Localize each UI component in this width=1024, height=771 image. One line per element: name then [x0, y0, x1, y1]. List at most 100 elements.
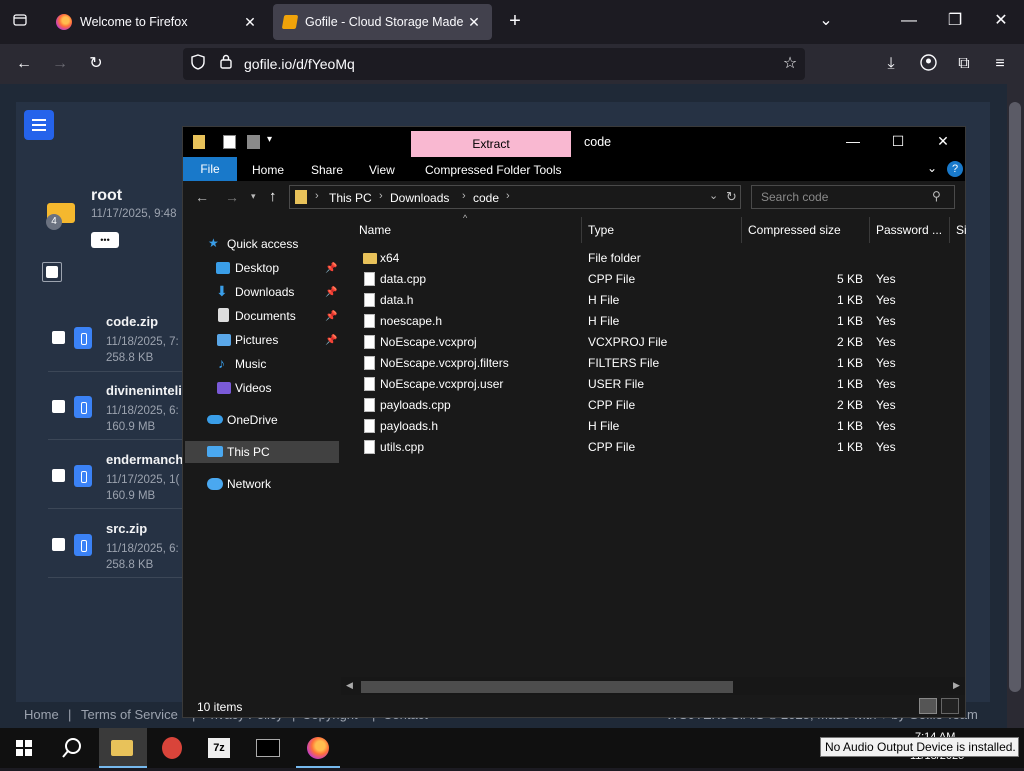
firefox-taskbar-icon[interactable]: [296, 728, 340, 768]
scroll-left-icon[interactable]: ◀: [346, 680, 353, 691]
ribbon-tab-home[interactable]: Home: [252, 163, 284, 177]
file-name[interactable]: endermanch: [106, 452, 183, 467]
file-name[interactable]: src.zip: [106, 521, 147, 536]
back-icon[interactable]: ←: [195, 189, 209, 205]
file-item-name[interactable]: NoEscape.vcxproj.user: [380, 377, 503, 391]
nav-documents[interactable]: Documents: [235, 309, 296, 323]
account-icon[interactable]: [918, 54, 938, 77]
help-icon[interactable]: ?: [947, 161, 963, 177]
nav-onedrive[interactable]: OneDrive: [227, 413, 278, 427]
bookmark-star-icon[interactable]: ☆: [780, 54, 800, 74]
menu-button[interactable]: [24, 110, 54, 140]
tracking-shield-icon[interactable]: [188, 54, 208, 76]
column-divider[interactable]: [581, 217, 582, 243]
close-window-icon[interactable]: ✕: [990, 11, 1012, 31]
column-divider[interactable]: [949, 217, 950, 243]
refresh-icon[interactable]: ↻: [726, 189, 737, 205]
close-icon[interactable]: ✕: [928, 133, 958, 150]
file-checkbox[interactable]: [52, 331, 65, 344]
tab-overview-icon[interactable]: [10, 12, 30, 34]
ribbon-tab-file[interactable]: File: [183, 157, 237, 181]
url-text[interactable]: gofile.io/d/fYeoMq: [244, 56, 355, 72]
nav-this-pc[interactable]: This PC: [227, 445, 270, 459]
downloads-icon[interactable]: ⤓: [881, 54, 901, 74]
ribbon-tab-view[interactable]: View: [369, 163, 395, 177]
properties-icon[interactable]: [223, 135, 236, 149]
column-divider[interactable]: [741, 217, 742, 243]
forward-icon[interactable]: →: [225, 189, 239, 205]
details-view-icon[interactable]: [919, 698, 937, 714]
minimize-icon[interactable]: —: [898, 11, 920, 31]
file-name[interactable]: divineninteli: [106, 383, 182, 398]
breadcrumb-thispc[interactable]: This PC: [329, 191, 372, 205]
column-header-password[interactable]: Password ...: [876, 223, 942, 237]
qat-dropdown-icon[interactable]: ▾: [267, 134, 272, 145]
list-tabs-icon[interactable]: ⌄: [815, 11, 837, 31]
file-checkbox[interactable]: [52, 400, 65, 413]
file-item-name[interactable]: payloads.cpp: [380, 398, 451, 412]
lock-icon[interactable]: [216, 54, 236, 75]
nav-network[interactable]: Network: [227, 477, 271, 491]
new-folder-icon[interactable]: [247, 135, 260, 149]
nav-desktop[interactable]: Desktop: [235, 261, 279, 275]
start-button[interactable]: [2, 728, 46, 768]
breadcrumb-downloads[interactable]: Downloads: [390, 191, 449, 205]
address-dropdown-icon[interactable]: ⌄: [709, 189, 718, 202]
column-header-name[interactable]: Name: [359, 223, 391, 237]
folder-more-button[interactable]: •••: [91, 232, 119, 248]
up-icon[interactable]: ↑: [269, 188, 277, 205]
scroll-right-icon[interactable]: ▶: [953, 680, 960, 691]
select-all-checkbox[interactable]: [42, 262, 62, 282]
close-tab-icon[interactable]: ✕: [466, 14, 482, 31]
minimize-icon[interactable]: —: [838, 133, 868, 149]
file-item-name[interactable]: x64: [380, 251, 399, 265]
file-item-name[interactable]: NoEscape.vcxproj.filters: [380, 356, 509, 370]
search-icon[interactable]: [50, 728, 94, 768]
page-scrollbar-thumb[interactable]: [1009, 102, 1021, 692]
column-divider[interactable]: [869, 217, 870, 243]
ribbon-expand-icon[interactable]: ⌄: [927, 161, 937, 175]
app-taskbar-icon[interactable]: [150, 728, 194, 768]
horizontal-scrollbar-thumb[interactable]: [361, 681, 733, 693]
back-icon[interactable]: ←: [14, 54, 34, 74]
reload-icon[interactable]: ↻: [86, 54, 106, 74]
file-item-name[interactable]: data.cpp: [380, 272, 426, 286]
file-item-name[interactable]: payloads.h: [380, 419, 438, 433]
nav-videos[interactable]: Videos: [235, 381, 271, 395]
recent-locations-icon[interactable]: ▾: [251, 191, 256, 202]
new-tab-icon[interactable]: +: [504, 11, 526, 31]
ribbon-tab-share[interactable]: Share: [311, 163, 343, 177]
file-item-name[interactable]: noescape.h: [380, 314, 442, 328]
terminal-taskbar-icon[interactable]: [246, 728, 290, 768]
maximize-icon[interactable]: ☐: [883, 133, 913, 150]
nav-music[interactable]: Music: [235, 357, 266, 371]
file-item-name[interactable]: data.h: [380, 293, 413, 307]
column-header-type[interactable]: Type: [588, 223, 614, 237]
ribbon-tab-compressed-tools[interactable]: Compressed Folder Tools: [425, 163, 562, 177]
nav-pictures[interactable]: Pictures: [235, 333, 278, 347]
footer-link-home[interactable]: Home: [24, 707, 59, 722]
file-explorer-taskbar-icon[interactable]: [99, 728, 147, 768]
extensions-icon[interactable]: ⧉: [954, 54, 974, 74]
tab-welcome[interactable]: Welcome to Firefox ✕: [46, 4, 268, 40]
large-icons-view-icon[interactable]: [941, 698, 959, 714]
file-checkbox[interactable]: [52, 538, 65, 551]
nav-downloads[interactable]: Downloads: [235, 285, 294, 299]
forward-icon[interactable]: →: [50, 54, 70, 74]
column-header-size[interactable]: Si: [956, 223, 967, 237]
app-menu-icon[interactable]: ≡: [990, 54, 1010, 74]
file-item-name[interactable]: utils.cpp: [380, 440, 424, 454]
tab-gofile[interactable]: Gofile - Cloud Storage Made Si ✕: [273, 4, 492, 40]
restore-icon[interactable]: ❐: [944, 11, 966, 31]
file-item-name[interactable]: NoEscape.vcxproj: [380, 335, 477, 349]
file-checkbox[interactable]: [52, 469, 65, 482]
nav-quick-access[interactable]: Quick access: [227, 237, 298, 251]
7zip-taskbar-icon[interactable]: 7z: [198, 728, 242, 768]
close-tab-icon[interactable]: ✕: [242, 14, 258, 31]
column-header-compressed-size[interactable]: Compressed size: [748, 223, 841, 237]
footer-link-terms[interactable]: Terms of Service: [81, 707, 178, 722]
file-name[interactable]: code.zip: [106, 314, 158, 329]
search-box[interactable]: Search code ⚲: [751, 185, 955, 209]
breadcrumb-code[interactable]: code: [473, 191, 499, 205]
extract-tab[interactable]: Extract: [411, 131, 571, 157]
